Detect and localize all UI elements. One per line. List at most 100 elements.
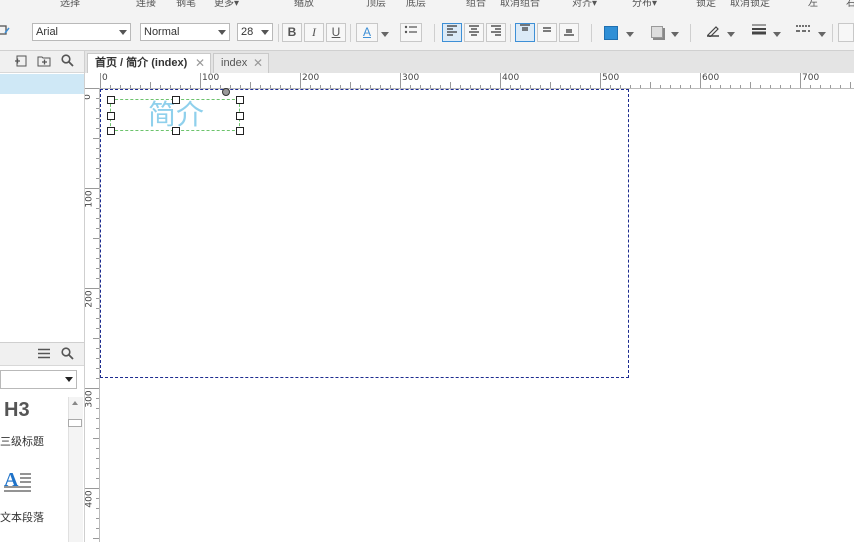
format-toolbar: Arial Normal 28 B I U A: [0, 14, 854, 51]
menu-item-align[interactable]: 对齐▾: [572, 0, 597, 9]
scroll-up-icon[interactable]: [72, 401, 78, 405]
chevron-down-icon[interactable]: [671, 32, 679, 37]
resize-handle-nw[interactable]: [107, 96, 115, 104]
line-color-button[interactable]: [702, 23, 724, 42]
font-style-value: Normal: [144, 26, 180, 38]
toolbar-divider: [510, 24, 511, 42]
h3-widget-caption[interactable]: 三级标题: [0, 433, 44, 449]
paragraph-widget-caption[interactable]: 文本段落: [0, 509, 44, 525]
font-size-select[interactable]: 28: [237, 23, 273, 41]
font-size-value: 28: [241, 26, 254, 38]
menu-item-ungroup[interactable]: 取消组合: [500, 0, 540, 9]
chevron-down-icon: [119, 30, 127, 35]
ruler-corner: [85, 73, 101, 89]
pages-panel-header: [0, 51, 84, 73]
align-left-button[interactable]: [442, 23, 462, 42]
line-style-icon: [796, 25, 810, 32]
design-canvas[interactable]: 简介: [100, 88, 854, 542]
menu-icon[interactable]: [38, 348, 50, 362]
scrollbar-thumb[interactable]: [68, 419, 82, 427]
tab-index[interactable]: index ✕: [213, 53, 269, 73]
selected-page-row[interactable]: [0, 74, 84, 94]
resize-handle-w[interactable]: [107, 112, 115, 120]
widget-list-scrollbar[interactable]: [68, 397, 83, 542]
ruler-label: 0: [102, 73, 108, 83]
fill-color-swatch: [604, 26, 618, 40]
search-icon[interactable]: [61, 54, 74, 70]
resize-handle-n[interactable]: [172, 96, 180, 104]
tab-index-active[interactable]: 首页 / 简介 (index) ✕: [87, 53, 211, 73]
valign-bottom-button[interactable]: [559, 23, 579, 42]
close-icon[interactable]: ✕: [253, 54, 263, 72]
ruler-label: 200: [302, 73, 320, 83]
widget-library-select[interactable]: [0, 370, 77, 389]
format-painter-icon[interactable]: [0, 23, 12, 42]
menu-item-left[interactable]: 左: [808, 0, 818, 9]
line-weight-icon: [752, 24, 766, 35]
bullet-list-button[interactable]: [400, 23, 422, 42]
chevron-down-icon: [261, 30, 269, 35]
resize-handle-s[interactable]: [172, 127, 180, 135]
menu-item-unlock[interactable]: 取消锁定: [730, 0, 770, 9]
menu-item-group[interactable]: 组合: [466, 0, 486, 9]
tab-label: 首页 / 简介 (index): [95, 57, 188, 69]
ruler-label: 100: [202, 73, 220, 83]
ruler-label: 300: [402, 73, 420, 83]
toolbar-divider: [591, 24, 592, 42]
line-weight-button[interactable]: [748, 23, 770, 42]
toolbar-divider: [278, 24, 279, 42]
menu-item-select[interactable]: 选择: [60, 0, 80, 9]
widget-list: H3 三级标题 A 文本段落: [0, 397, 66, 542]
menu-item-lock[interactable]: 锁定: [696, 0, 716, 9]
resize-handle-sw[interactable]: [107, 127, 115, 135]
menu-item-distribute[interactable]: 分布▾: [632, 0, 657, 9]
vertical-ruler[interactable]: 0 100 200 300 400: [85, 88, 100, 542]
font-color-button[interactable]: A: [356, 23, 378, 42]
h3-widget-icon[interactable]: H3: [4, 399, 30, 422]
italic-button[interactable]: I: [304, 23, 324, 42]
close-icon[interactable]: ✕: [195, 54, 205, 72]
valign-top-icon: [520, 24, 530, 31]
align-right-button[interactable]: [486, 23, 506, 42]
align-right-icon: [491, 25, 501, 36]
menu-item-pen[interactable]: 钢笔: [176, 0, 196, 9]
valign-top-button[interactable]: [515, 23, 535, 42]
menu-item-connect[interactable]: 连接: [136, 0, 156, 9]
add-folder-icon[interactable]: [37, 54, 51, 71]
menu-item-zoom[interactable]: 缩放: [294, 0, 314, 9]
menu-item-top-layer[interactable]: 顶层: [366, 0, 386, 9]
font-color-icon: A: [362, 25, 371, 39]
tab-label: index: [221, 57, 248, 69]
bullet-list-icon: [404, 25, 417, 34]
more-button[interactable]: [838, 23, 854, 42]
line-style-button[interactable]: [792, 23, 814, 42]
widgets-panel-header: [0, 342, 84, 366]
bold-button[interactable]: B: [282, 23, 302, 42]
chevron-down-icon[interactable]: [818, 32, 826, 37]
font-family-value: Arial: [36, 26, 59, 38]
add-page-icon[interactable]: [14, 54, 28, 71]
menu-item-bottom-layer[interactable]: 底层: [406, 0, 426, 9]
menu-item-more[interactable]: 更多▾: [214, 0, 239, 9]
fill-color-button[interactable]: [600, 23, 622, 42]
chevron-down-icon[interactable]: [626, 32, 634, 37]
search-icon[interactable]: [61, 347, 74, 363]
resize-handle-e[interactable]: [236, 112, 244, 120]
paragraph-widget-icon[interactable]: A: [3, 469, 33, 497]
rotate-handle[interactable]: [222, 88, 230, 96]
menu-item-right[interactable]: 右: [846, 0, 854, 9]
horizontal-ruler[interactable]: 0 100 200 300 400 500 600 700: [100, 73, 854, 89]
toolbar-divider: [832, 24, 833, 42]
chevron-down-icon[interactable]: [727, 32, 735, 37]
chevron-down-icon[interactable]: [773, 32, 781, 37]
font-family-select[interactable]: Arial: [32, 23, 131, 41]
align-center-button[interactable]: [464, 23, 484, 42]
valign-middle-button[interactable]: [537, 23, 557, 42]
chevron-down-icon[interactable]: [381, 32, 389, 37]
font-style-select[interactable]: Normal: [140, 23, 230, 41]
resize-handle-se[interactable]: [236, 127, 244, 135]
underline-button[interactable]: U: [326, 23, 346, 42]
resize-handle-ne[interactable]: [236, 96, 244, 104]
toolbar-divider: [350, 24, 351, 42]
shadow-button[interactable]: [646, 23, 668, 42]
